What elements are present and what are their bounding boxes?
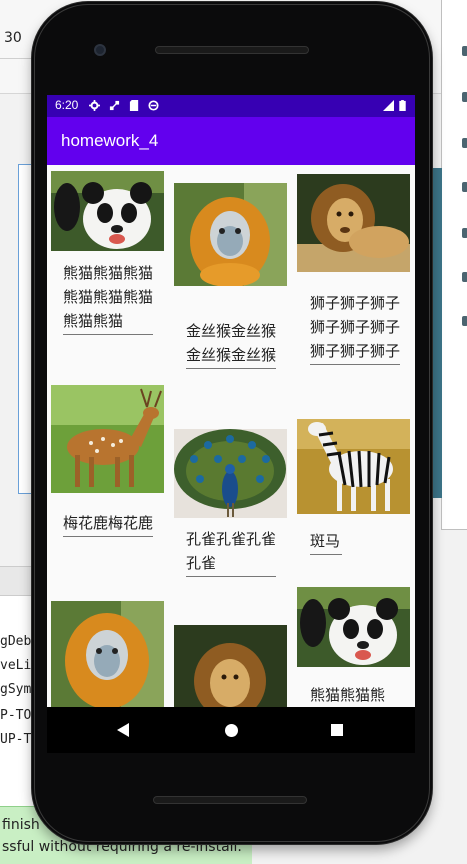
navigation-bar — [47, 707, 415, 753]
network-icon — [109, 100, 120, 111]
grid-item[interactable]: 孔雀孔雀孔雀孔雀 — [169, 397, 291, 601]
log-line: P-TO — [0, 708, 32, 723]
signal-icon — [383, 100, 394, 111]
item-label: 金丝猴金丝猴金丝猴金丝猴 — [186, 319, 276, 369]
tool-icon[interactable] — [462, 272, 467, 282]
log-line: UP-T — [0, 732, 32, 747]
grid-item[interactable] — [169, 601, 291, 707]
gear-icon — [89, 100, 100, 111]
peacock-image — [174, 429, 287, 518]
app-title: homework_4 — [61, 131, 159, 150]
grid-item[interactable]: 熊猫熊猫熊 — [291, 557, 415, 707]
tool-icon[interactable] — [462, 316, 467, 326]
home-icon[interactable] — [225, 724, 238, 737]
status-time: 6:20 — [55, 98, 79, 112]
app-bar: homework_4 — [47, 117, 415, 165]
ide-counter: 30 — [4, 30, 22, 46]
sd-card-icon — [129, 100, 139, 111]
battery-icon — [399, 100, 406, 111]
data-saver-icon — [148, 100, 159, 111]
item-label: 梅花鹿梅花鹿 — [63, 511, 153, 537]
earpiece-speaker — [155, 46, 309, 54]
tool-icon[interactable] — [462, 46, 467, 56]
grid-item[interactable]: 金丝猴金丝猴金丝猴金丝猴 — [169, 165, 291, 397]
grid-item[interactable]: 熊猫熊猫熊猫熊猫熊猫熊猫熊猫熊猫 — [47, 165, 169, 385]
bottom-speaker — [153, 796, 307, 804]
grid-item[interactable] — [47, 601, 169, 707]
panda-image — [297, 587, 410, 667]
log-line: gSym — [0, 682, 32, 697]
grid-item[interactable]: 梅花鹿梅花鹿 — [47, 385, 169, 601]
tool-icon[interactable] — [462, 92, 467, 102]
ide-right-toolbar — [441, 0, 467, 530]
item-label: 狮子狮子狮子狮子狮子狮子狮子狮子狮子 — [310, 291, 400, 365]
front-camera — [94, 44, 106, 56]
item-label: 孔雀孔雀孔雀孔雀 — [186, 527, 276, 577]
animal-grid[interactable]: 熊猫熊猫熊猫熊猫熊猫熊猫熊猫熊猫 金丝猴金丝猴金丝猴金丝猴 狮子狮子狮子狮子狮子… — [47, 165, 415, 707]
status-bar: 6:20 — [47, 95, 415, 117]
zebra-image — [297, 419, 410, 514]
lion-image — [297, 174, 410, 272]
log-line: veLi — [0, 658, 32, 673]
item-label: 斑马 — [310, 529, 342, 555]
golden-monkey-image — [174, 183, 287, 286]
device-screen: 6:20 homework_4 熊猫熊猫熊猫熊猫熊猫熊猫熊猫熊猫 金丝猴金丝猴金… — [47, 95, 415, 753]
grid-item[interactable]: 斑马 — [291, 391, 415, 557]
grid-item[interactable]: 狮子狮子狮子狮子狮子狮子狮子狮子狮子 — [291, 165, 415, 391]
tool-icon[interactable] — [462, 182, 467, 192]
notice-line: finish — [2, 817, 40, 833]
log-line: gDeb — [0, 634, 32, 649]
back-icon[interactable] — [117, 723, 129, 737]
tool-icon[interactable] — [462, 138, 467, 148]
item-label: 熊猫熊猫熊 — [310, 686, 386, 704]
item-label: 熊猫熊猫熊猫熊猫熊猫熊猫熊猫熊猫 — [63, 261, 153, 335]
ide-side-strip — [432, 168, 442, 498]
golden-monkey-image — [51, 601, 164, 707]
recent-apps-icon[interactable] — [331, 724, 343, 736]
panda-image — [51, 171, 164, 251]
tool-icon[interactable] — [462, 228, 467, 238]
lion-image — [174, 625, 287, 707]
sika-deer-image — [51, 385, 164, 493]
